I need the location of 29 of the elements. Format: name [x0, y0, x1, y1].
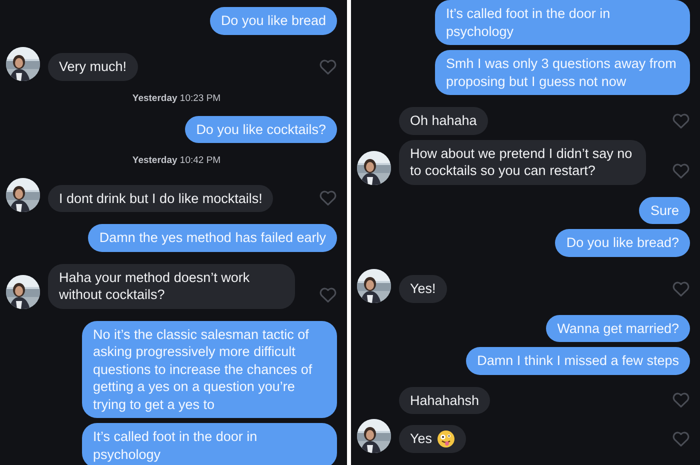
- timestamp: Yesterday 10:42 PM: [132, 155, 221, 166]
- sent-message: Wanna get married?: [546, 314, 690, 342]
- heart-icon[interactable]: [672, 112, 690, 128]
- heart-icon[interactable]: [672, 431, 690, 447]
- sent-message: Smh I was only 3 questions away from proposing but I guess not now: [435, 50, 690, 95]
- message-text: I dont drink but I do like mocktails!: [59, 190, 262, 207]
- message-text: Very much!: [59, 58, 127, 76]
- heart-icon[interactable]: [319, 286, 337, 302]
- sent-message: Damn I think I missed a few steps: [466, 347, 690, 374]
- heart-icon[interactable]: [319, 58, 337, 74]
- message-text: Hahahahsh: [410, 392, 480, 409]
- timestamp: Yesterday 10:23 PM: [132, 92, 221, 104]
- message-text: Haha your method doesn’t work without cocktails?: [59, 268, 251, 304]
- sent-message: Damn the yes method has failed early: [88, 224, 337, 252]
- sent-message: Do you like cocktails?: [185, 116, 337, 143]
- sent-message: Do you like bread?: [555, 229, 690, 256]
- sent-message: It’s called foot in the door in psychology: [82, 423, 337, 465]
- heart-icon[interactable]: [672, 392, 690, 408]
- sent-message: Do you like bread: [210, 7, 337, 34]
- message-text: Yes: [410, 430, 432, 448]
- sent-message: It’s called foot in the door in psychology: [435, 0, 690, 45]
- heart-icon[interactable]: [672, 162, 690, 178]
- message-text: How about we pretend I didn’t say no to cocktails so you can restart?: [410, 144, 634, 180]
- sent-message: Sure: [639, 196, 690, 224]
- heart-icon[interactable]: [319, 190, 337, 206]
- heart-icon[interactable]: [672, 280, 690, 296]
- message-text: Yes!: [410, 280, 436, 298]
- sent-message: No it’s the classic salesman tactic of asking progressively more difficult questions to increase the chances of getting a yes on a question you’re trying to get a yes to: [82, 320, 337, 418]
- message-text: Oh hahaha: [410, 112, 477, 130]
